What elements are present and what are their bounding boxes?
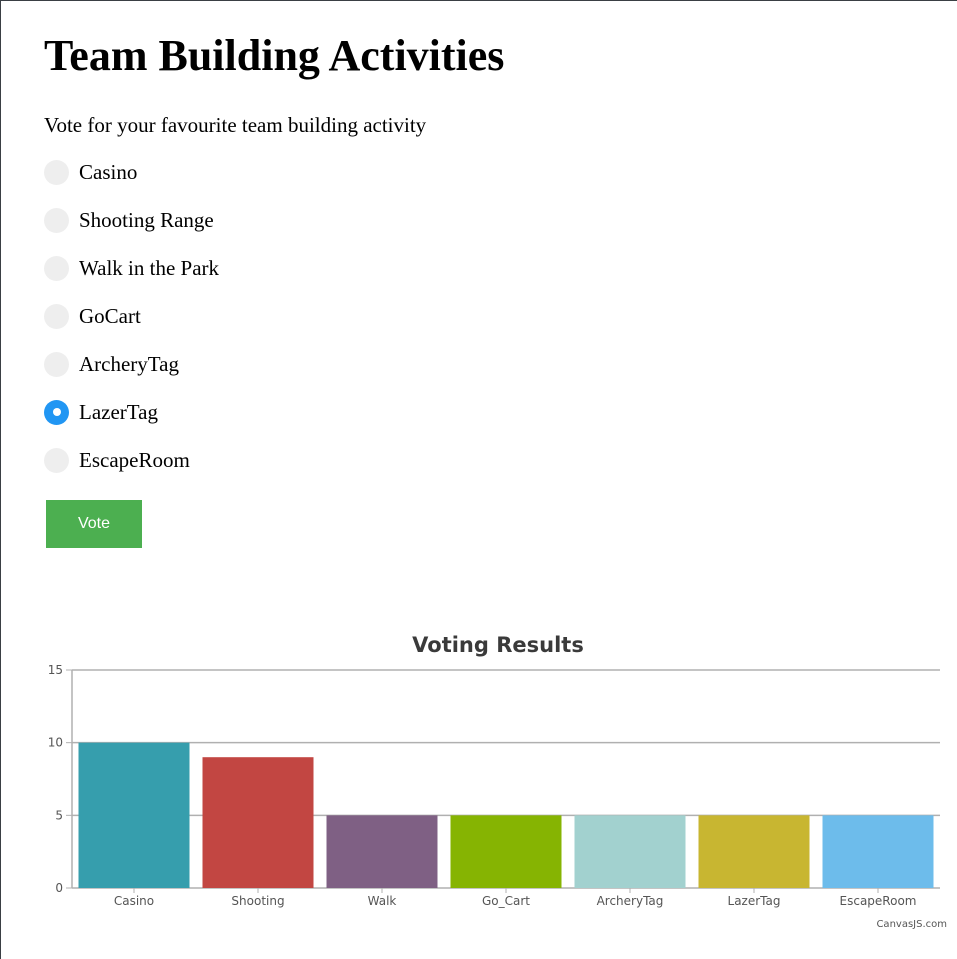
poll-option-archerytag[interactable]: ArcheryTag <box>44 340 544 388</box>
x-tick-label: Casino <box>114 894 154 908</box>
poll-options: Casino Shooting Range Walk in the Park G… <box>44 148 544 484</box>
poll-option-walk-in-the-park[interactable]: Walk in the Park <box>44 244 544 292</box>
x-tick-label: Go_Cart <box>482 894 530 908</box>
radio-walk-in-the-park[interactable] <box>44 255 69 281</box>
bar-walk <box>326 815 438 888</box>
option-label: Walk in the Park <box>79 256 220 280</box>
x-tick-label: Shooting <box>231 894 284 908</box>
bar-escaperoom <box>822 815 934 888</box>
poll-option-gocart[interactable]: GoCart <box>44 292 544 340</box>
option-label: LazerTag <box>79 400 158 424</box>
y-tick-label: 0 <box>55 881 63 895</box>
poll-option-casino[interactable]: Casino <box>44 148 544 196</box>
radio-shooting-range[interactable] <box>44 207 69 233</box>
option-label: ArcheryTag <box>79 352 179 376</box>
x-tick-label: ArcheryTag <box>597 894 664 908</box>
poll-option-shooting-range[interactable]: Shooting Range <box>44 196 544 244</box>
vote-button[interactable]: Vote <box>46 500 142 548</box>
bar-archerytag <box>574 815 686 888</box>
y-tick-label: 5 <box>55 808 63 822</box>
chart-title: Voting Results <box>412 633 584 657</box>
option-label: GoCart <box>79 304 141 328</box>
y-tick-label: 15 <box>48 663 63 677</box>
page-title: Team Building Activities <box>44 31 505 80</box>
radio-casino[interactable] <box>44 159 69 185</box>
voting-results-chart: Voting Results 0 5 10 15 Casino Shooting Walk Go… <box>0 620 957 940</box>
bar-shooting <box>202 757 314 888</box>
option-label: Casino <box>79 160 138 184</box>
poll-option-lazertag[interactable]: LazerTag <box>44 388 544 436</box>
radio-escaperoom[interactable] <box>44 447 69 473</box>
x-tick-label: EscapeRoom <box>840 894 917 908</box>
option-label: EscapeRoom <box>79 448 190 472</box>
radio-archerytag[interactable] <box>44 351 69 377</box>
poll-question: Vote for your favourite team building ac… <box>44 113 427 137</box>
chart-credit-link: CanvasJS.com <box>876 919 947 930</box>
poll-option-escaperoom[interactable]: EscapeRoom <box>44 436 544 484</box>
x-tick-label: LazerTag <box>728 894 781 908</box>
x-tick-label: Walk <box>368 894 397 908</box>
bar-chart-svg: Voting Results 0 5 10 15 Casino Shooting Walk Go… <box>48 633 947 930</box>
window-top-border <box>0 0 957 1</box>
bar-lazertag <box>698 815 810 888</box>
y-tick-label: 10 <box>48 736 63 750</box>
radio-lazertag[interactable] <box>44 399 69 425</box>
radio-gocart[interactable] <box>44 303 69 329</box>
bar-go-cart <box>450 815 562 888</box>
bar-casino <box>78 742 190 888</box>
option-label: Shooting Range <box>79 208 214 232</box>
